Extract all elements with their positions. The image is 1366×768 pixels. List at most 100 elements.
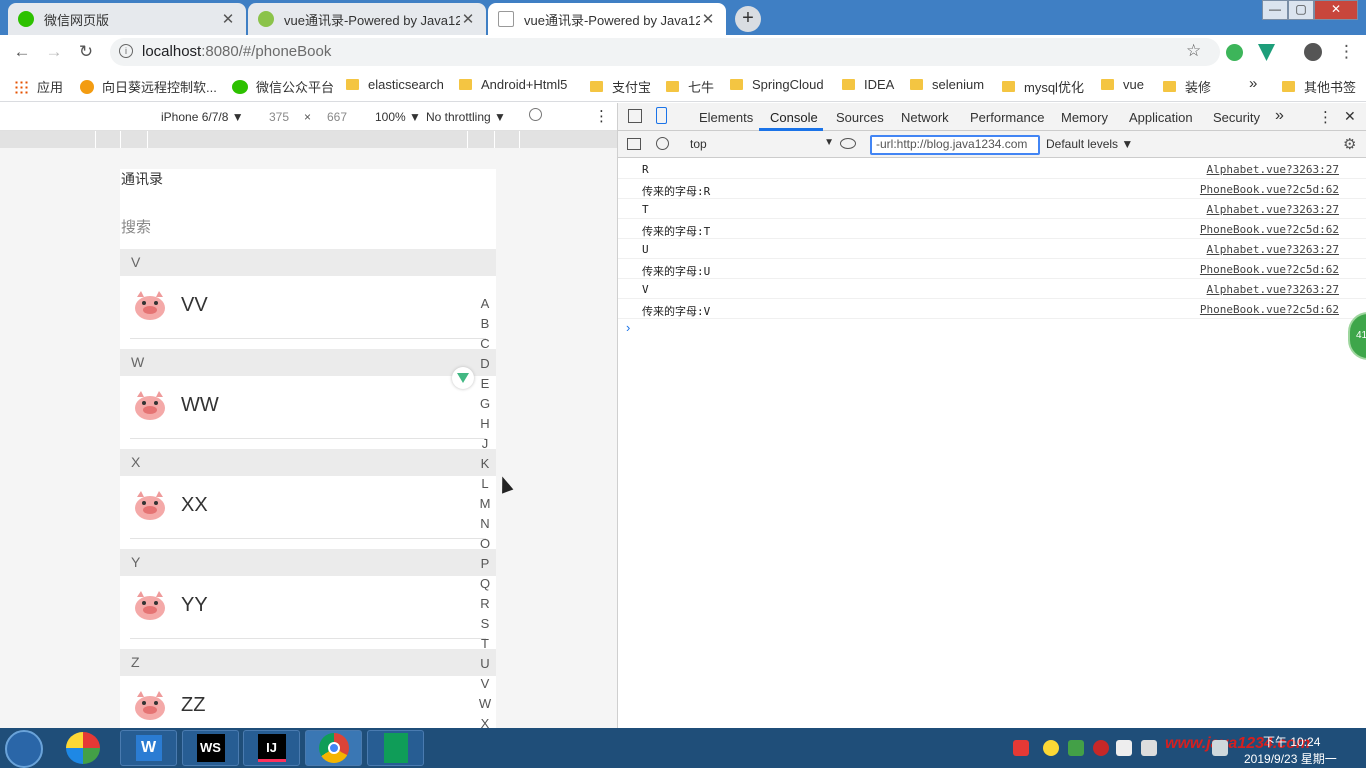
forward-button[interactable]: → bbox=[42, 41, 66, 63]
alphabet-letter[interactable]: V bbox=[474, 674, 496, 694]
alphabet-letter[interactable]: S bbox=[474, 614, 496, 634]
taskbar-app-word[interactable]: W bbox=[120, 730, 177, 766]
bookmark-folder[interactable]: 支付宝 bbox=[590, 77, 651, 96]
tab-console[interactable]: Console bbox=[770, 110, 818, 125]
tabs-overflow-button[interactable]: » bbox=[1275, 107, 1284, 125]
contact-item[interactable]: YY bbox=[120, 576, 496, 649]
display-icon[interactable] bbox=[1141, 740, 1157, 756]
back-button[interactable]: ← bbox=[10, 41, 34, 63]
alphabet-letter[interactable]: B bbox=[474, 314, 496, 334]
bookmark-folder[interactable]: selenium bbox=[910, 77, 984, 92]
inspect-icon[interactable] bbox=[628, 109, 642, 123]
extension-vue-icon[interactable] bbox=[1226, 44, 1243, 61]
bookmark-folder[interactable]: SpringCloud bbox=[730, 77, 824, 92]
window-close-button[interactable]: ✕ bbox=[1314, 0, 1358, 20]
profile-icon[interactable] bbox=[1304, 43, 1322, 61]
tab-wechat[interactable]: 微信网页版 ✕ bbox=[8, 3, 246, 35]
bookmark-folder[interactable]: 装修 bbox=[1163, 77, 1211, 96]
bookmarks-overflow-button[interactable]: » bbox=[1249, 75, 1257, 92]
zoom-select[interactable]: 100% ▼ bbox=[375, 110, 421, 124]
minimize-button[interactable]: — bbox=[1262, 0, 1288, 20]
bookmark-folder[interactable]: mysql优化 bbox=[1002, 77, 1084, 96]
alphabet-letter[interactable]: M bbox=[474, 494, 496, 514]
bookmark-folder[interactable]: IDEA bbox=[842, 77, 894, 92]
alphabet-letter[interactable]: J bbox=[474, 434, 496, 454]
device-height-input[interactable]: 667 bbox=[327, 110, 347, 124]
volume-icon[interactable] bbox=[1212, 740, 1228, 756]
clear-console-icon[interactable] bbox=[656, 137, 669, 150]
device-toggle-icon[interactable] bbox=[656, 107, 667, 124]
bookmark-folder[interactable]: vue bbox=[1101, 77, 1144, 92]
tab-memory[interactable]: Memory bbox=[1061, 110, 1108, 125]
taskbar-app-sheets[interactable] bbox=[367, 730, 424, 766]
start-button[interactable] bbox=[5, 730, 43, 768]
contact-item[interactable]: XX bbox=[120, 476, 496, 549]
devtools-more-button[interactable]: ⋮ bbox=[1318, 108, 1333, 126]
log-levels-select[interactable]: Default levels ▼ bbox=[1046, 137, 1133, 151]
throttle-select[interactable]: No throttling ▼ bbox=[426, 110, 506, 124]
alphabet-letter[interactable]: X bbox=[474, 714, 496, 728]
alphabet-letter[interactable]: D bbox=[474, 354, 496, 374]
tab-elements[interactable]: Elements bbox=[699, 110, 753, 125]
device-width-input[interactable]: 375 bbox=[269, 110, 289, 124]
ruler-segment[interactable] bbox=[495, 131, 520, 148]
bookmark-folder[interactable]: 七牛 bbox=[666, 77, 714, 96]
tab-vue-1[interactable]: vue通讯录-Powered by Java12 ✕ bbox=[248, 3, 486, 35]
alphabet-letter[interactable]: K bbox=[474, 454, 496, 474]
alphabet-letter[interactable]: N bbox=[474, 514, 496, 534]
alphabet-letter[interactable]: P bbox=[474, 554, 496, 574]
close-icon[interactable]: ✕ bbox=[700, 10, 716, 28]
alphabet-letter[interactable]: A bbox=[474, 294, 496, 314]
taskbar-app-intellij[interactable]: IJ bbox=[243, 730, 300, 766]
console-source-link[interactable]: Alphabet.vue?3263:27 bbox=[1207, 163, 1339, 176]
sogou-tray-icon[interactable] bbox=[1013, 740, 1029, 756]
maximize-button[interactable]: ▢ bbox=[1288, 0, 1314, 20]
extension-vue-devtools-icon[interactable] bbox=[1258, 44, 1275, 61]
console-source-link[interactable]: PhoneBook.vue?2c5d:62 bbox=[1200, 303, 1339, 316]
console-source-link[interactable]: Alphabet.vue?3263:27 bbox=[1207, 203, 1339, 216]
console-source-link[interactable]: Alphabet.vue?3263:27 bbox=[1207, 283, 1339, 296]
contact-item[interactable]: VV bbox=[120, 276, 496, 349]
ruler-segment[interactable] bbox=[148, 131, 468, 148]
tab-security[interactable]: Security bbox=[1213, 110, 1260, 125]
alphabet-letter[interactable]: G bbox=[474, 394, 496, 414]
device-more-button[interactable]: ⋮ bbox=[594, 107, 609, 125]
vue-devtools-badge[interactable] bbox=[452, 367, 474, 389]
context-select[interactable]: top ▼ bbox=[684, 135, 834, 154]
shield-icon[interactable] bbox=[1068, 740, 1084, 756]
console-source-link[interactable]: PhoneBook.vue?2c5d:62 bbox=[1200, 263, 1339, 276]
taskbar-app-chrome[interactable] bbox=[305, 730, 362, 766]
ruler-segment[interactable] bbox=[96, 131, 121, 148]
close-icon[interactable]: ✕ bbox=[460, 10, 476, 28]
console-source-link[interactable]: PhoneBook.vue?2c5d:62 bbox=[1200, 183, 1339, 196]
tab-application[interactable]: Application bbox=[1129, 110, 1193, 125]
reload-button[interactable]: ↻ bbox=[74, 41, 98, 63]
alphabet-letter[interactable]: L bbox=[474, 474, 496, 494]
star-icon[interactable]: ☆ bbox=[1186, 41, 1201, 61]
clock-date[interactable]: 2019/9/23 星期一 bbox=[1244, 750, 1337, 767]
rotate-icon[interactable] bbox=[529, 108, 542, 121]
media-query-bar[interactable] bbox=[0, 131, 617, 148]
bookmark-folder[interactable]: Android+Html5 bbox=[459, 77, 567, 92]
new-tab-button[interactable]: + bbox=[735, 6, 761, 32]
alphabet-letter[interactable]: C bbox=[474, 334, 496, 354]
tab-network[interactable]: Network bbox=[901, 110, 949, 125]
settings-gear-icon[interactable]: ⚙ bbox=[1343, 135, 1356, 153]
console-source-link[interactable]: Alphabet.vue?3263:27 bbox=[1207, 243, 1339, 256]
taskbar-app-webstorm[interactable]: WS bbox=[182, 730, 239, 766]
clock-time[interactable]: 下午 10:24 bbox=[1263, 733, 1320, 750]
bookmark-apps[interactable]: 应用 bbox=[14, 77, 63, 96]
contact-item[interactable]: WW bbox=[120, 376, 496, 449]
console-filter-input[interactable]: -url:http://blog.java1234.com bbox=[870, 135, 1040, 155]
ruler-segment[interactable] bbox=[468, 131, 495, 148]
sidebar-toggle-icon[interactable] bbox=[627, 138, 641, 150]
address-bar[interactable]: i localhost:8080/#/phoneBook ☆ bbox=[110, 38, 1220, 66]
alphabet-letter[interactable]: W bbox=[474, 694, 496, 714]
alphabet-letter[interactable]: U bbox=[474, 654, 496, 674]
search-input[interactable]: 搜索 bbox=[121, 216, 151, 237]
alphabet-letter[interactable]: H bbox=[474, 414, 496, 434]
other-bookmarks-folder[interactable]: 其他书签 bbox=[1282, 77, 1356, 96]
alphabet-index[interactable]: ABCDEGHJKLMNOPQRSTUVWX bbox=[474, 294, 496, 728]
network-icon[interactable] bbox=[1116, 740, 1132, 756]
tray-app-icon[interactable] bbox=[1093, 740, 1109, 756]
